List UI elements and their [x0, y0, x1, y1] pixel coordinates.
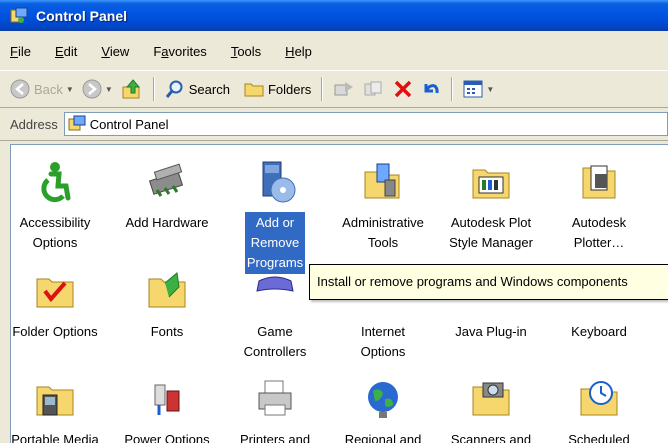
delete-button[interactable]: [389, 75, 417, 103]
portable-media-icon: [33, 377, 77, 421]
item-label: Add Hardware: [125, 215, 209, 230]
toolbar-separator: [152, 77, 155, 101]
search-label: Search: [188, 81, 230, 97]
item-scheduled[interactable]: Scheduled: [545, 377, 653, 443]
standard-toolbar: Back ▼ ▼ Search Folders ▼: [0, 70, 668, 108]
item-label: Regional and: [344, 432, 422, 443]
plot-style-folder-icon: [469, 160, 513, 204]
item-label: Keyboard: [571, 324, 627, 339]
address-value: Control Panel: [89, 116, 169, 132]
address-label: Address: [10, 116, 58, 132]
toolbar-separator: [321, 77, 324, 101]
item-label: Internet Options: [360, 324, 406, 359]
item-label: Scheduled: [568, 432, 630, 443]
item-autodesk-plotter[interactable]: Autodesk Plotter…: [545, 160, 653, 254]
back-dropdown-icon[interactable]: ▼: [66, 85, 74, 94]
menu-favorites[interactable]: Favorites: [141, 44, 218, 59]
folders-icon: [244, 79, 264, 99]
forward-button[interactable]: ▼: [78, 75, 117, 103]
folder-options-icon: [33, 269, 77, 313]
back-label: Back: [34, 81, 63, 97]
item-label: Administrative Tools: [342, 215, 424, 250]
search-button[interactable]: Search: [161, 75, 234, 103]
menu-file[interactable]: File: [0, 44, 43, 59]
power-options-icon: [145, 377, 189, 421]
menu-edit[interactable]: Edit: [43, 44, 89, 59]
undo-button[interactable]: [417, 75, 445, 103]
toolbar-separator: [451, 77, 454, 101]
delete-x-icon: [393, 79, 413, 99]
copy-to-button[interactable]: [359, 75, 389, 103]
up-folder-icon: [121, 78, 143, 100]
control-panel-window: Control Panel File Edit View Favorites T…: [0, 0, 668, 443]
item-label: Printers and: [239, 432, 311, 443]
item-printers[interactable]: Printers and: [221, 377, 329, 443]
menu-view[interactable]: View: [89, 44, 141, 59]
item-label: Accessibility Options: [19, 215, 91, 250]
item-label: Fonts: [150, 324, 184, 339]
back-arrow-icon: [10, 79, 30, 99]
address-bar: Address Control Panel: [0, 108, 668, 141]
control-panel-icon: [10, 7, 28, 25]
item-label: Scanners and: [450, 432, 532, 443]
fonts-folder-icon: [145, 269, 189, 313]
globe-icon: [361, 377, 405, 421]
search-icon: [165, 79, 185, 99]
gamepad-icon: [253, 269, 297, 313]
forward-dropdown-icon[interactable]: ▼: [105, 85, 113, 94]
tooltip: Install or remove programs and Windows c…: [309, 264, 668, 300]
move-to-button[interactable]: [329, 75, 359, 103]
item-administrative-tools[interactable]: Administrative Tools: [329, 160, 437, 254]
undo-icon: [421, 79, 441, 99]
item-power-options[interactable]: Power Options: [113, 377, 221, 443]
administrative-tools-icon: [361, 160, 405, 204]
item-autodesk-plot-style-manager[interactable]: Autodesk Plot Style Manager: [437, 160, 545, 254]
move-to-icon: [333, 79, 355, 99]
views-icon: [463, 80, 483, 98]
item-label: Portable Media: [11, 432, 99, 443]
item-label: Autodesk Plotter…: [571, 215, 627, 250]
scheduled-tasks-icon: [577, 377, 621, 421]
window-title: Control Panel: [36, 7, 128, 24]
add-remove-programs-icon: [253, 160, 297, 204]
item-add-remove-programs[interactable]: Add or Remove Programs: [221, 160, 329, 274]
item-regional[interactable]: Regional and: [329, 377, 437, 443]
item-label: Add or Remove Programs: [244, 212, 306, 274]
control-panel-small-icon: [68, 115, 86, 133]
item-label: Game Controllers: [243, 324, 307, 359]
item-add-hardware[interactable]: Add Hardware: [113, 160, 221, 234]
up-button[interactable]: [117, 75, 147, 103]
item-label: Folder Options: [12, 324, 98, 339]
item-label: Java Plug-in: [455, 324, 527, 339]
views-dropdown-icon[interactable]: ▼: [486, 85, 494, 94]
accessibility-icon: [33, 160, 77, 204]
item-scanners[interactable]: Scanners and: [437, 377, 545, 443]
item-portable-media[interactable]: Portable Media: [11, 377, 109, 443]
menu-bar: File Edit View Favorites Tools Help: [0, 39, 668, 63]
item-folder-options[interactable]: Folder Options: [11, 269, 109, 343]
item-label: Power Options: [124, 432, 210, 443]
scanner-camera-icon: [469, 377, 513, 421]
item-fonts[interactable]: Fonts: [113, 269, 221, 343]
menu-tools[interactable]: Tools: [219, 44, 273, 59]
menu-help[interactable]: Help: [273, 44, 324, 59]
title-bar[interactable]: Control Panel: [0, 0, 668, 31]
item-accessibility-options[interactable]: Accessibility Options: [11, 160, 109, 254]
forward-arrow-icon: [82, 79, 102, 99]
views-button[interactable]: ▼: [459, 75, 498, 103]
copy-to-icon: [363, 79, 385, 99]
folders-button[interactable]: Folders: [240, 75, 315, 103]
address-field[interactable]: Control Panel: [63, 112, 668, 136]
printer-icon: [253, 377, 297, 421]
add-hardware-icon: [145, 160, 189, 204]
plotter-icon: [577, 160, 621, 204]
folders-label: Folders: [267, 81, 312, 97]
item-label: Autodesk Plot Style Manager: [449, 215, 533, 250]
back-button[interactable]: Back ▼: [6, 75, 78, 103]
